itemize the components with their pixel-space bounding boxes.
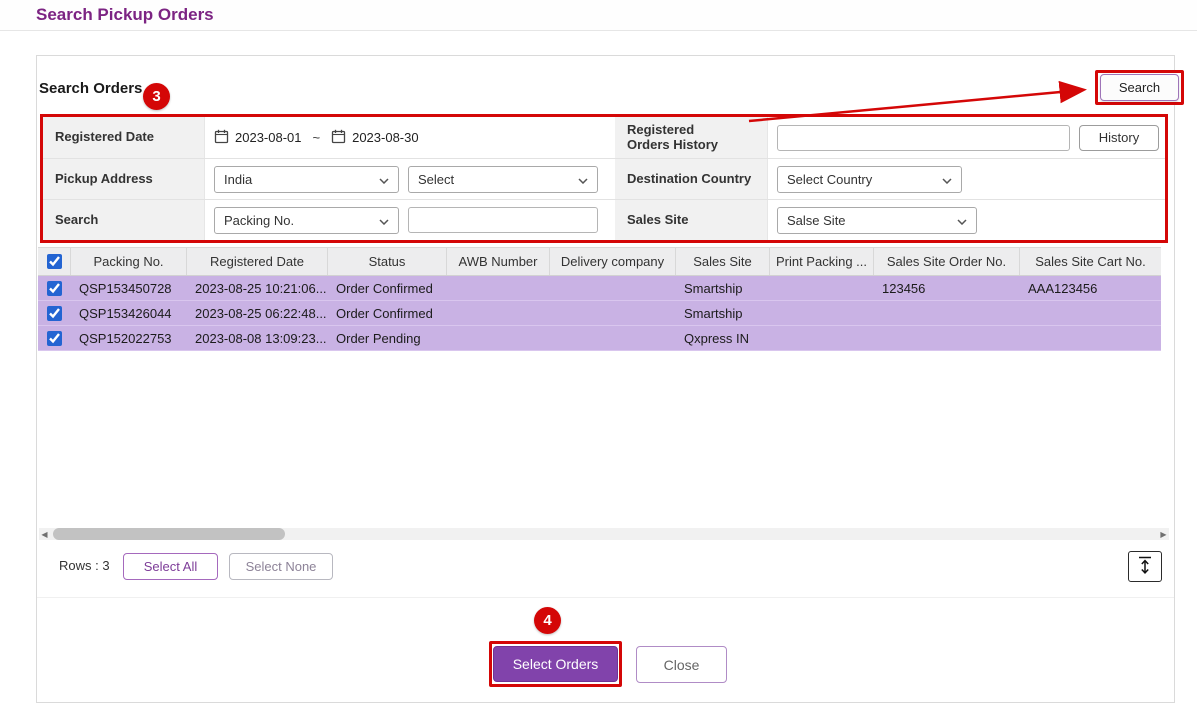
registered-orders-history-input[interactable] [777,124,1070,151]
step-badge-3: 3 [143,83,170,110]
step-badge-4: 4 [534,607,561,634]
calendar-icon [214,129,229,147]
select-all-checkbox[interactable] [46,254,62,269]
search-pickup-orders-panel: Search Orders 3 Search Registered Date 2… [36,55,1184,703]
search-keyword-input[interactable] [408,207,598,233]
divider [37,597,1174,598]
search-button[interactable]: Search [1100,74,1179,101]
form-row-registered-date: Registered Date 2023-08-01 ~ 2023-08-30 [43,117,1165,158]
pickup-address-label: Pickup Address [43,159,205,199]
row-checkbox[interactable] [47,330,62,346]
date-range-separator: ~ [312,130,321,145]
search-button-annotation-frame: Search [1095,70,1184,105]
page-title: Search Pickup Orders [36,5,214,24]
col-header-sales-site-order-no: Sales Site Order No. [874,248,1020,275]
top-bar: Search Pickup Orders [0,0,1197,31]
history-button[interactable]: History [1079,124,1159,151]
search-form-annotation-frame: Registered Date 2023-08-01 ~ 2023-08-30 [40,114,1168,243]
scrollbar-track[interactable] [50,528,1158,540]
expand-table-button[interactable] [1128,551,1162,582]
chevron-down-icon [379,172,389,187]
registered-date-from-value: 2023-08-01 [235,130,302,145]
table-row[interactable]: QSP153450728 2023-08-25 10:21:06... Orde… [38,276,1161,301]
search-type-select[interactable]: Packing No. [214,206,399,234]
col-header-status: Status [328,248,447,275]
chevron-down-icon [379,213,389,228]
sales-site-select[interactable]: Salse Site [777,206,977,234]
section-heading: Search Orders [39,80,143,97]
calendar-icon [331,129,346,147]
registered-date-to-value: 2023-08-30 [352,130,419,145]
pickup-country-select[interactable]: India [214,165,399,193]
registered-date-label: Registered Date [43,117,205,158]
resize-vertical-icon [1136,555,1154,578]
registered-date-from-field[interactable]: 2023-08-01 [214,129,302,147]
col-header-delivery-company: Delivery company [550,248,676,275]
scroll-right-icon[interactable]: ▶ [1158,528,1169,540]
horizontal-scrollbar[interactable]: ◀ ▶ [39,528,1169,540]
scroll-left-icon[interactable]: ◀ [39,528,50,540]
chevron-down-icon [578,172,588,187]
select-none-button[interactable]: Select None [229,553,333,580]
orders-table: Packing No. Registered Date Status AWB N… [38,247,1161,351]
chevron-down-icon [957,213,967,228]
form-row-pickup-address: Pickup Address India Select Destination … [43,158,1165,199]
sales-site-label: Sales Site [615,200,768,240]
form-row-search: Search Packing No. Sales Site Salse Site [43,199,1165,240]
col-header-packing-no: Packing No. [71,248,187,275]
destination-country-label: Destination Country [615,159,768,199]
table-row[interactable]: QSP152022753 2023-08-08 13:09:23... Orde… [38,326,1161,351]
registered-date-to-field[interactable]: 2023-08-30 [331,129,419,147]
search-label: Search [43,200,205,240]
table-row[interactable]: QSP153426044 2023-08-25 06:22:48... Orde… [38,301,1161,326]
select-orders-button[interactable]: Select Orders [493,646,618,682]
select-all-button[interactable]: Select All [123,553,218,580]
scrollbar-thumb[interactable] [53,528,285,540]
close-button[interactable]: Close [636,646,727,683]
table-header-row: Packing No. Registered Date Status AWB N… [38,247,1161,276]
registered-orders-history-label: Registered Orders History [615,117,768,158]
col-header-print-packing: Print Packing ... [770,248,874,275]
col-header-sales-site-cart-no: Sales Site Cart No. [1035,254,1146,269]
col-header-awb-number: AWB Number [447,248,550,275]
col-header-registered-date: Registered Date [187,248,328,275]
chevron-down-icon [942,172,952,187]
row-checkbox[interactable] [47,305,62,321]
select-orders-annotation-frame: Select Orders [489,641,622,687]
row-checkbox[interactable] [47,280,62,296]
rows-count-label: Rows : 3 [59,558,110,573]
col-header-sales-site: Sales Site [676,248,770,275]
pickup-address-sub-select[interactable]: Select [408,165,598,193]
destination-country-select[interactable]: Select Country [777,165,962,193]
